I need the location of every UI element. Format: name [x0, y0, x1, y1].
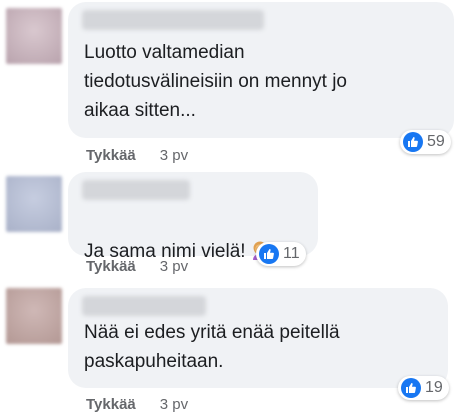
- reaction-count[interactable]: 19: [398, 376, 449, 400]
- commenter-name[interactable]: [82, 296, 206, 316]
- thumbs-up-icon: [259, 244, 279, 264]
- avatar[interactable]: [6, 176, 62, 232]
- reaction-count-value: 19: [425, 379, 443, 396]
- thumbs-up-icon: [403, 132, 423, 152]
- comment-bubble: Luotto valtamedian tiedotusvälineisiin o…: [68, 2, 454, 138]
- thumbs-up-icon: [401, 378, 421, 398]
- comment-actions: Tykkää 3 pv: [86, 396, 188, 413]
- comment-actions: Tykkää 3 pv: [86, 258, 188, 275]
- comment-text: Nää ei edes yritä enää peitellä paskapuh…: [84, 322, 340, 372]
- reaction-count-value: 11: [283, 245, 300, 262]
- comment-bubble: Nää ei edes yritä enää peitellä paskapuh…: [68, 288, 448, 388]
- avatar[interactable]: [6, 8, 62, 64]
- reaction-count[interactable]: 11: [256, 242, 306, 266]
- like-button[interactable]: Tykkää: [86, 396, 136, 413]
- like-button[interactable]: Tykkää: [86, 147, 136, 164]
- comment-text: Luotto valtamedian tiedotusvälineisiin o…: [84, 42, 347, 121]
- timestamp[interactable]: 3 pv: [160, 147, 188, 164]
- timestamp[interactable]: 3 pv: [160, 258, 188, 275]
- timestamp[interactable]: 3 pv: [160, 396, 188, 413]
- avatar[interactable]: [6, 288, 62, 344]
- like-button[interactable]: Tykkää: [86, 258, 136, 275]
- reaction-count[interactable]: 59: [400, 130, 451, 154]
- reaction-count-value: 59: [427, 133, 445, 150]
- commenter-name[interactable]: [82, 180, 190, 200]
- comment-actions: Tykkää 3 pv: [86, 147, 188, 164]
- commenter-name[interactable]: [82, 10, 264, 30]
